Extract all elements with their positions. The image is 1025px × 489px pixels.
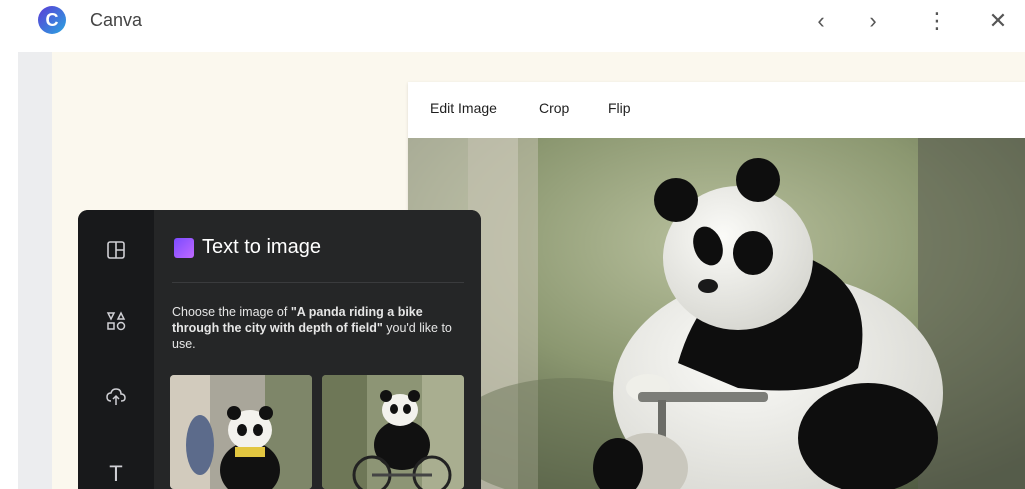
panel-description: Choose the image of "A panda riding a bi… [172, 304, 462, 352]
selected-image-frame[interactable]: Edit Image Crop Flip [408, 82, 1025, 489]
uploads-icon[interactable] [100, 386, 132, 418]
text-icon[interactable]: T [100, 458, 132, 489]
panel-content: Text to image Choose the image of "A pan… [154, 210, 481, 489]
back-button[interactable]: ‹ [808, 8, 834, 34]
close-button[interactable]: ✕ [985, 8, 1011, 34]
side-rail: T [78, 210, 154, 489]
canva-logo-icon: C [38, 6, 66, 34]
divider [172, 282, 464, 283]
image-option-2[interactable] [322, 375, 464, 489]
top-bar: C Canva ‹ › ⋮ ✕ [0, 0, 1025, 50]
text-to-image-panel: T Text to image Choose the image of "A p… [78, 210, 481, 489]
crop-button[interactable]: Crop [539, 100, 569, 116]
forward-button[interactable]: › [860, 8, 886, 34]
panel-title: Text to image [202, 236, 321, 258]
text-to-image-icon [174, 238, 194, 258]
design-icon[interactable] [100, 240, 132, 272]
more-options-button[interactable]: ⋮ [924, 8, 950, 34]
panda-bike-image[interactable] [408, 138, 1025, 489]
flip-button[interactable]: Flip [608, 100, 631, 116]
image-toolbar: Edit Image Crop Flip [408, 82, 1025, 138]
image-option-1[interactable] [170, 375, 312, 489]
edit-image-button[interactable]: Edit Image [430, 100, 497, 116]
desc-prefix: Choose the image of [172, 305, 291, 319]
elements-icon[interactable] [100, 310, 132, 342]
app-title: Canva [90, 10, 143, 30]
